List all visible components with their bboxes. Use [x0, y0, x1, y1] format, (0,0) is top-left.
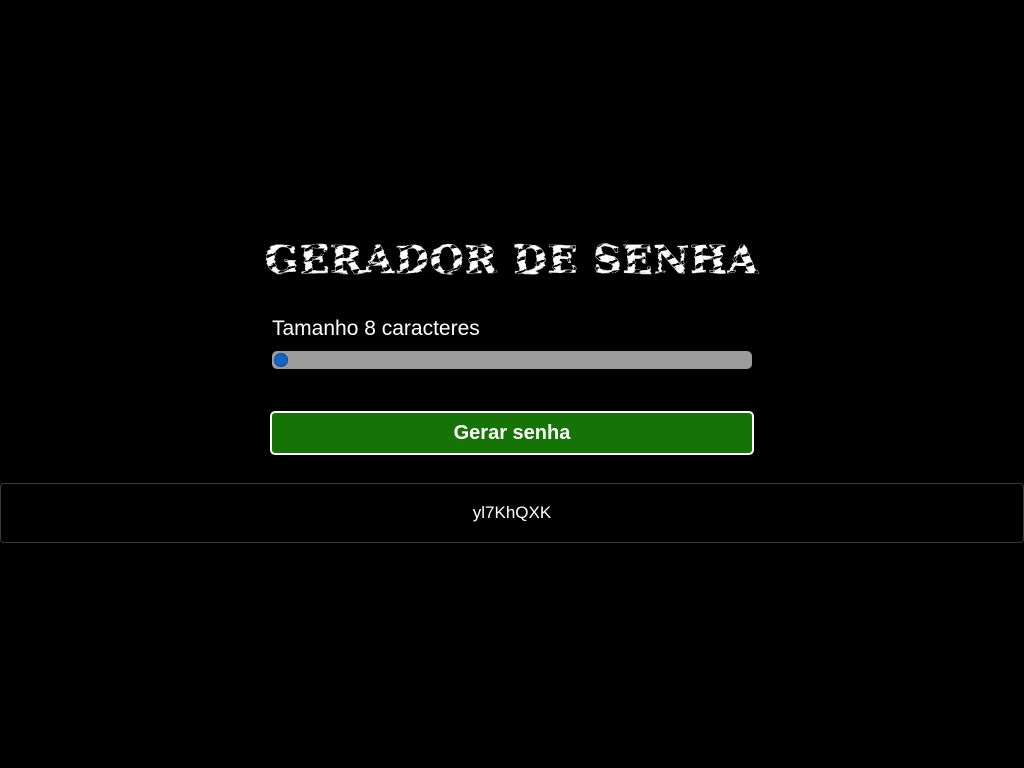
password-generator-page: GERADOR DE SENHA Tamanho 8 caracteres Ge… — [0, 0, 1024, 768]
generate-password-button[interactable]: Gerar senha — [270, 411, 754, 455]
length-slider[interactable] — [272, 351, 752, 369]
password-result[interactable]: yl7KhQXK — [0, 483, 1024, 543]
password-text: yl7KhQXK — [472, 503, 552, 522]
length-slider-thumb[interactable] — [274, 353, 288, 367]
length-label: Tamanho 8 caracteres — [272, 317, 480, 340]
logo: GERADOR DE SENHA — [262, 236, 762, 280]
page-title: GERADOR DE SENHA — [265, 237, 759, 280]
logo-title-graphic: GERADOR DE SENHA — [265, 237, 759, 280]
